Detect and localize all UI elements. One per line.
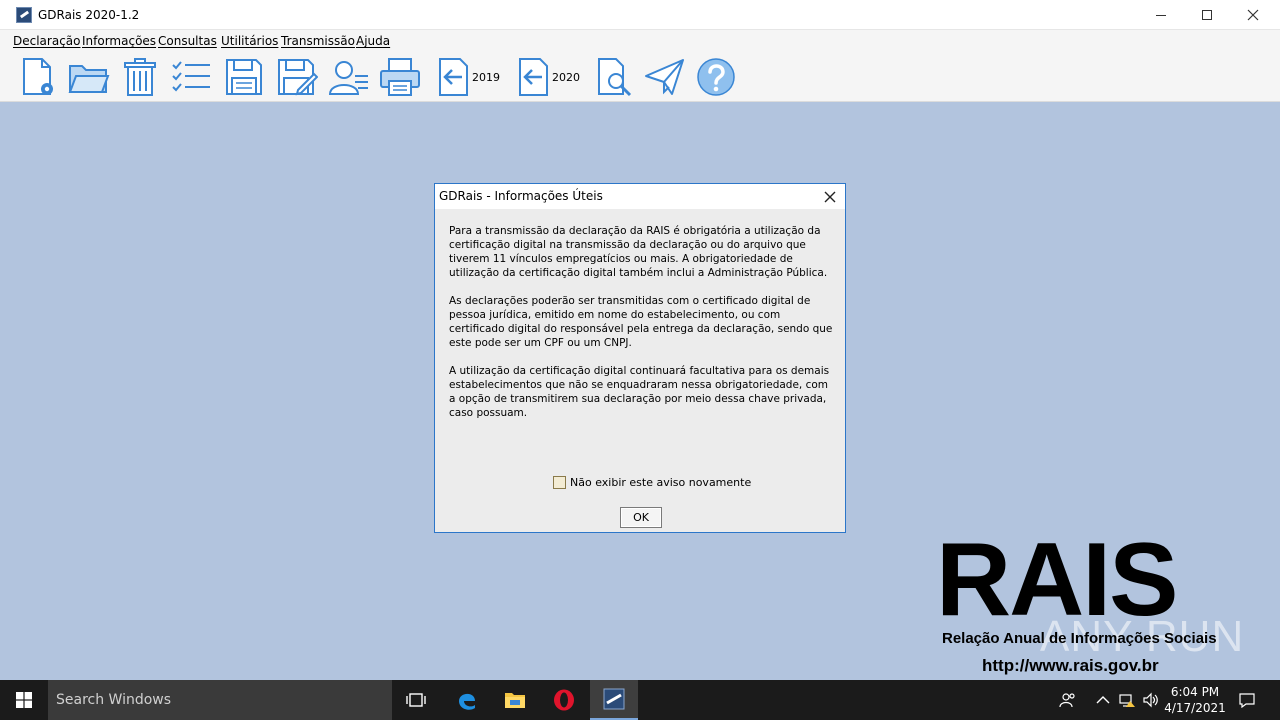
import-2020-label: 2020: [552, 70, 580, 84]
folder-icon: [505, 693, 525, 708]
menu-transmissao[interactable]: Transmissão: [281, 34, 355, 48]
minimize-button[interactable]: [1138, 0, 1184, 30]
save-as-button[interactable]: [276, 56, 318, 98]
save-button[interactable]: [224, 56, 264, 98]
save-icon: [226, 59, 262, 95]
rais-subtitle: Relação Anual de Informações Sociais: [942, 630, 1217, 647]
task-view-button[interactable]: [392, 680, 440, 720]
file-explorer-button[interactable]: [491, 680, 539, 720]
windows-logo-icon: [16, 692, 32, 708]
window-title: GDRais 2020-1.2: [38, 8, 140, 22]
maximize-icon: [1202, 10, 1212, 20]
menu-utilitarios[interactable]: Utilitários: [221, 34, 278, 48]
checkbox-label: Não exibir este aviso novamente: [570, 476, 752, 489]
send-plane-icon: [645, 59, 684, 95]
dont-show-again-checkbox[interactable]: Não exibir este aviso novamente: [553, 476, 751, 489]
close-icon: [824, 191, 836, 203]
dialog-titlebar: GDRais - Informações Úteis: [435, 184, 845, 209]
search-document-button[interactable]: [596, 56, 636, 98]
document-search-icon: [598, 58, 632, 97]
checklist-button[interactable]: [170, 56, 212, 98]
checklist-icon: [172, 61, 210, 92]
save-edit-icon: [278, 59, 318, 96]
menu-consultas[interactable]: Consultas: [158, 34, 217, 48]
opera-icon: [554, 689, 574, 711]
menu-bar: Declaração Informações Consultas Utilitá…: [0, 30, 1280, 52]
gdrais-icon: [603, 688, 625, 710]
checkbox-box[interactable]: [553, 476, 566, 489]
help-icon: [697, 58, 735, 96]
clock-time: 6:04 PM: [1170, 685, 1220, 699]
dialog-paragraph-1: Para a transmissão da declaração da RAIS…: [449, 225, 828, 279]
close-button[interactable]: [1230, 0, 1276, 30]
menu-ajuda[interactable]: Ajuda: [356, 34, 390, 48]
minimize-icon: [1156, 14, 1166, 16]
dialog-body: Para a transmissão da declaração da RAIS…: [449, 224, 834, 434]
clock-date: 4/17/2021: [1164, 701, 1226, 715]
print-button[interactable]: [378, 56, 422, 98]
help-button[interactable]: [696, 56, 736, 98]
new-document-icon: [23, 58, 53, 95]
gdrais-taskbar-button[interactable]: [590, 680, 638, 720]
printer-icon: [380, 58, 420, 96]
taskbar: Search Windows 6:04 PM 4/17/2021: [0, 680, 1280, 720]
new-declaration-button[interactable]: [20, 56, 60, 98]
folder-icon: [68, 65, 110, 93]
close-icon: [1247, 9, 1259, 21]
volume-icon[interactable]: [1141, 690, 1161, 710]
menu-informacoes[interactable]: Informações: [82, 34, 156, 48]
delete-button[interactable]: [122, 56, 158, 98]
opera-button[interactable]: [540, 680, 588, 720]
maximize-button[interactable]: [1184, 0, 1230, 30]
ok-button[interactable]: OK: [620, 507, 662, 528]
start-button[interactable]: [0, 680, 48, 720]
info-dialog: GDRais - Informações Úteis Para a transm…: [434, 183, 846, 533]
task-view-icon: [406, 693, 426, 707]
import-2020-button[interactable]: 2020: [516, 56, 580, 98]
system-clock[interactable]: 6:04 PM 4/17/2021: [1160, 684, 1230, 716]
dialog-close-button[interactable]: [819, 186, 841, 208]
transmit-button[interactable]: [644, 56, 686, 98]
open-button[interactable]: [68, 56, 110, 98]
search-placeholder: Search Windows: [56, 692, 172, 708]
dialog-paragraph-2: As declarações poderão ser transmitidas …: [449, 295, 833, 349]
arrow-left-icon: [519, 58, 548, 96]
notifications-icon[interactable]: [1237, 690, 1257, 710]
search-input[interactable]: Search Windows: [48, 680, 392, 720]
dialog-title: GDRais - Informações Úteis: [439, 189, 603, 203]
edge-button[interactable]: [443, 680, 491, 720]
trash-icon: [124, 58, 156, 96]
chevron-up-icon[interactable]: [1093, 690, 1113, 710]
user-list-icon: [328, 61, 368, 95]
dialog-paragraph-3: A utilização da certificação digital con…: [449, 365, 830, 419]
import-2019-label: 2019: [472, 70, 500, 84]
edge-icon: [459, 693, 475, 710]
import-2019-button[interactable]: 2019: [436, 56, 500, 98]
window-titlebar: GDRais 2020-1.2: [0, 0, 1280, 30]
responsible-button[interactable]: [328, 56, 370, 98]
menu-declaracao[interactable]: Declaração: [13, 34, 81, 48]
network-icon[interactable]: [1117, 690, 1137, 710]
rais-url: http://www.rais.gov.br: [982, 656, 1159, 675]
app-icon: [16, 7, 32, 23]
people-icon[interactable]: [1058, 690, 1078, 710]
toolbar: 2019 2020: [0, 52, 1280, 102]
arrow-left-icon: [439, 58, 468, 96]
